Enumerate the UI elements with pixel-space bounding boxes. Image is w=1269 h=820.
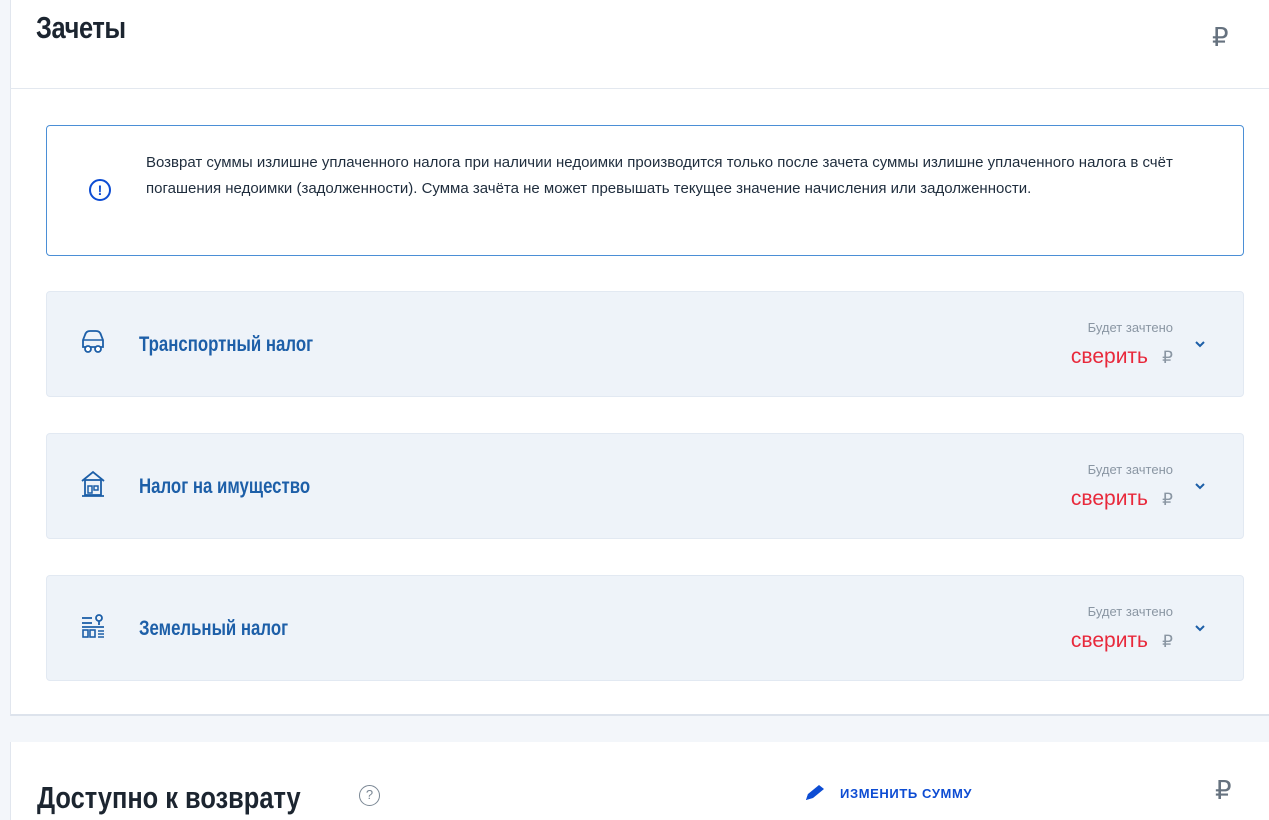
tax-status-label: Будет зачтено bbox=[1087, 462, 1173, 477]
chevron-down-icon[interactable] bbox=[1193, 621, 1207, 635]
chevron-down-icon[interactable] bbox=[1193, 337, 1207, 351]
offsets-divider bbox=[10, 88, 1269, 89]
pencil-icon bbox=[806, 785, 824, 800]
tax-name: Налог на имущество bbox=[139, 475, 311, 498]
tax-currency: ₽ bbox=[1162, 348, 1173, 367]
house-icon bbox=[81, 470, 105, 497]
tax-value: сверить bbox=[1070, 487, 1148, 510]
change-amount-label: ИЗМЕНИТЬ СУММУ bbox=[840, 785, 973, 801]
chevron-down-icon[interactable] bbox=[1193, 479, 1207, 493]
tax-name: Транспортный налог bbox=[139, 333, 314, 356]
tax-status-label: Будет зачтено bbox=[1087, 320, 1173, 335]
refund-title: Доступно к возврату bbox=[37, 780, 301, 815]
tax-name: Земельный налог bbox=[139, 617, 289, 640]
tax-row-transport[interactable]: Транспортный налог Будет зачтено сверить… bbox=[46, 291, 1244, 397]
tax-currency: ₽ bbox=[1162, 632, 1173, 651]
tax-value: сверить bbox=[1070, 629, 1148, 652]
tax-value: сверить bbox=[1070, 345, 1148, 368]
land-plot-icon bbox=[82, 614, 104, 638]
notice-box: ! Возврат суммы излишне уплаченного нало… bbox=[46, 125, 1244, 256]
tax-status-label: Будет зачтено bbox=[1087, 604, 1173, 619]
tax-currency: ₽ bbox=[1162, 490, 1173, 509]
help-icon[interactable]: ? bbox=[359, 785, 380, 806]
notice-text: Возврат суммы излишне уплаченного налога… bbox=[146, 154, 1173, 197]
offsets-title: Зачеты bbox=[36, 10, 126, 45]
offsets-currency: ₽ bbox=[1212, 22, 1229, 52]
car-icon bbox=[82, 330, 104, 353]
info-icon: ! bbox=[89, 179, 111, 201]
tax-row-land[interactable]: Земельный налог Будет зачтено сверить ₽ bbox=[46, 575, 1244, 681]
refund-currency: ₽ bbox=[1215, 775, 1232, 805]
tax-row-property[interactable]: Налог на имущество Будет зачтено сверить… bbox=[46, 433, 1244, 539]
change-amount-button[interactable]: ИЗМЕНИТЬ СУММУ bbox=[804, 784, 972, 802]
refund-card: Доступно к возврату ? ИЗМЕНИТЬ СУММУ ₽ bbox=[10, 742, 1269, 820]
